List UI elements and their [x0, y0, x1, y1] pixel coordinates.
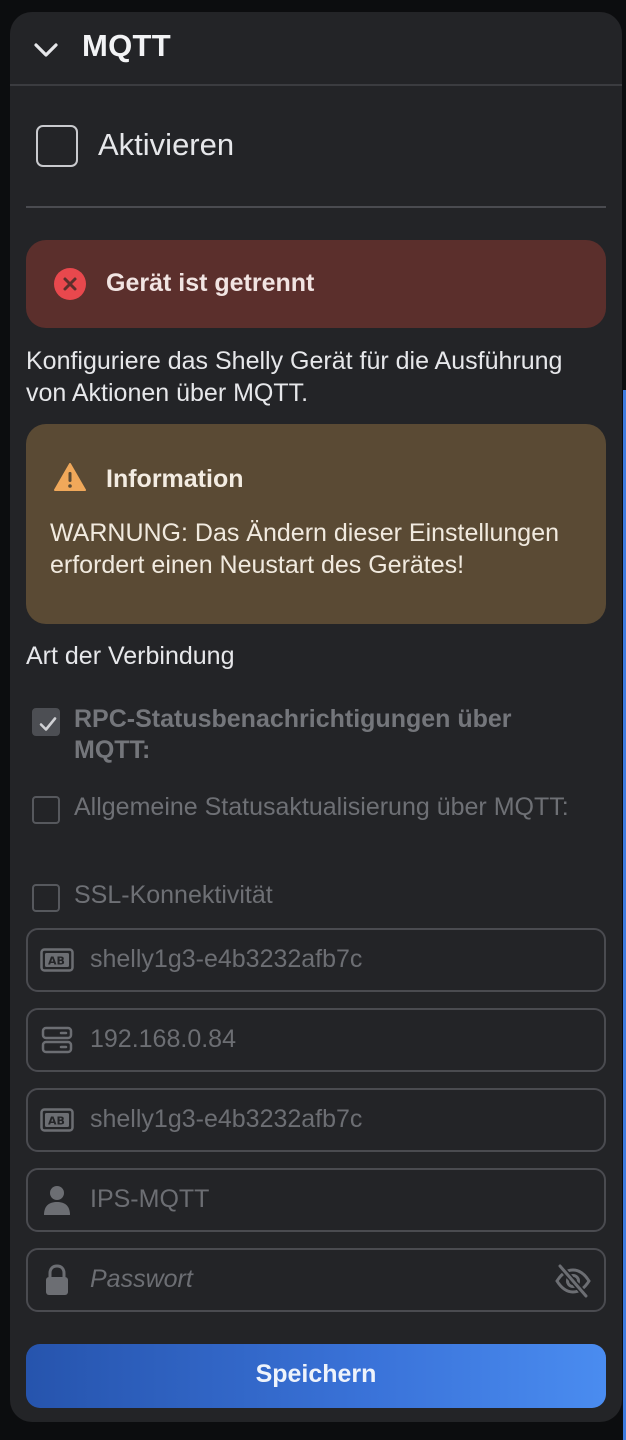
general-status-option[interactable]: Allgemeine Statusaktualisierung über MQT…	[32, 792, 592, 856]
password-field[interactable]: Passwort	[26, 1248, 606, 1312]
topic-prefix-field[interactable]: AB shelly1g3-e4b3232afb7c	[26, 1088, 606, 1152]
svg-text:AB: AB	[48, 1115, 65, 1128]
error-alert-text: Gerät ist getrennt	[106, 269, 315, 297]
save-button-label: Speichern	[255, 1360, 377, 1388]
eye-slash-icon[interactable]	[554, 1263, 592, 1299]
ssl-option[interactable]: SSL-Konnektivität	[32, 880, 592, 914]
server-value: 192.168.0.84	[90, 1025, 236, 1053]
general-status-label: Allgemeine Statusaktualisierung über MQT…	[74, 793, 569, 821]
client-id-field[interactable]: AB shelly1g3-e4b3232afb7c	[26, 928, 606, 992]
user-icon	[44, 1186, 70, 1215]
topic-prefix-value: shelly1g3-e4b3232afb7c	[90, 1105, 363, 1133]
ab-text-icon: AB	[40, 1108, 74, 1132]
password-placeholder: Passwort	[90, 1265, 193, 1293]
save-button[interactable]: Speichern	[26, 1344, 606, 1408]
activate-checkbox[interactable]	[36, 125, 78, 167]
description-text: Konfiguriere das Shelly Gerät für die Au…	[26, 347, 563, 407]
server-field[interactable]: 192.168.0.84	[26, 1008, 606, 1072]
rpc-status-option[interactable]: RPC-Statusbenachrichtigungen über MQTT:	[32, 704, 592, 768]
svg-text:AB: AB	[48, 955, 65, 968]
error-icon	[54, 268, 86, 300]
username-value: IPS-MQTT	[90, 1185, 210, 1213]
ssl-label: SSL-Konnektivität	[74, 881, 273, 909]
connection-type-label: Art der Verbindung	[26, 642, 235, 670]
chevron-down-icon[interactable]	[32, 36, 60, 64]
divider	[26, 206, 606, 208]
checkmark-icon	[39, 717, 57, 731]
ssl-checkbox[interactable]	[32, 884, 60, 912]
activate-label: Aktivieren	[98, 127, 235, 162]
error-alert: Gerät ist getrennt	[26, 240, 606, 328]
server-icon	[41, 1026, 73, 1054]
info-alert-title: Information	[106, 465, 244, 493]
activate-toggle[interactable]: Aktivieren	[36, 125, 436, 167]
info-alert: Information WARNUNG: Das Ändern dieser E…	[26, 424, 606, 624]
section-header[interactable]: MQTT	[10, 12, 622, 86]
username-field[interactable]: IPS-MQTT	[26, 1168, 606, 1232]
client-id-value: shelly1g3-e4b3232afb7c	[90, 945, 363, 973]
mqtt-panel: MQTT Aktivieren Gerät ist getrennt Konfi…	[10, 12, 622, 1422]
warning-icon	[54, 463, 86, 491]
lock-icon	[46, 1264, 68, 1295]
rpc-status-checkbox[interactable]	[32, 708, 60, 736]
section-title: MQTT	[82, 28, 172, 63]
rpc-status-label: RPC-Statusbenachrichtigungen über MQTT:	[74, 705, 512, 764]
info-alert-body: WARNUNG: Das Ändern dieser Einstellungen…	[50, 519, 560, 579]
ab-text-icon: AB	[40, 948, 74, 972]
general-status-checkbox[interactable]	[32, 796, 60, 824]
